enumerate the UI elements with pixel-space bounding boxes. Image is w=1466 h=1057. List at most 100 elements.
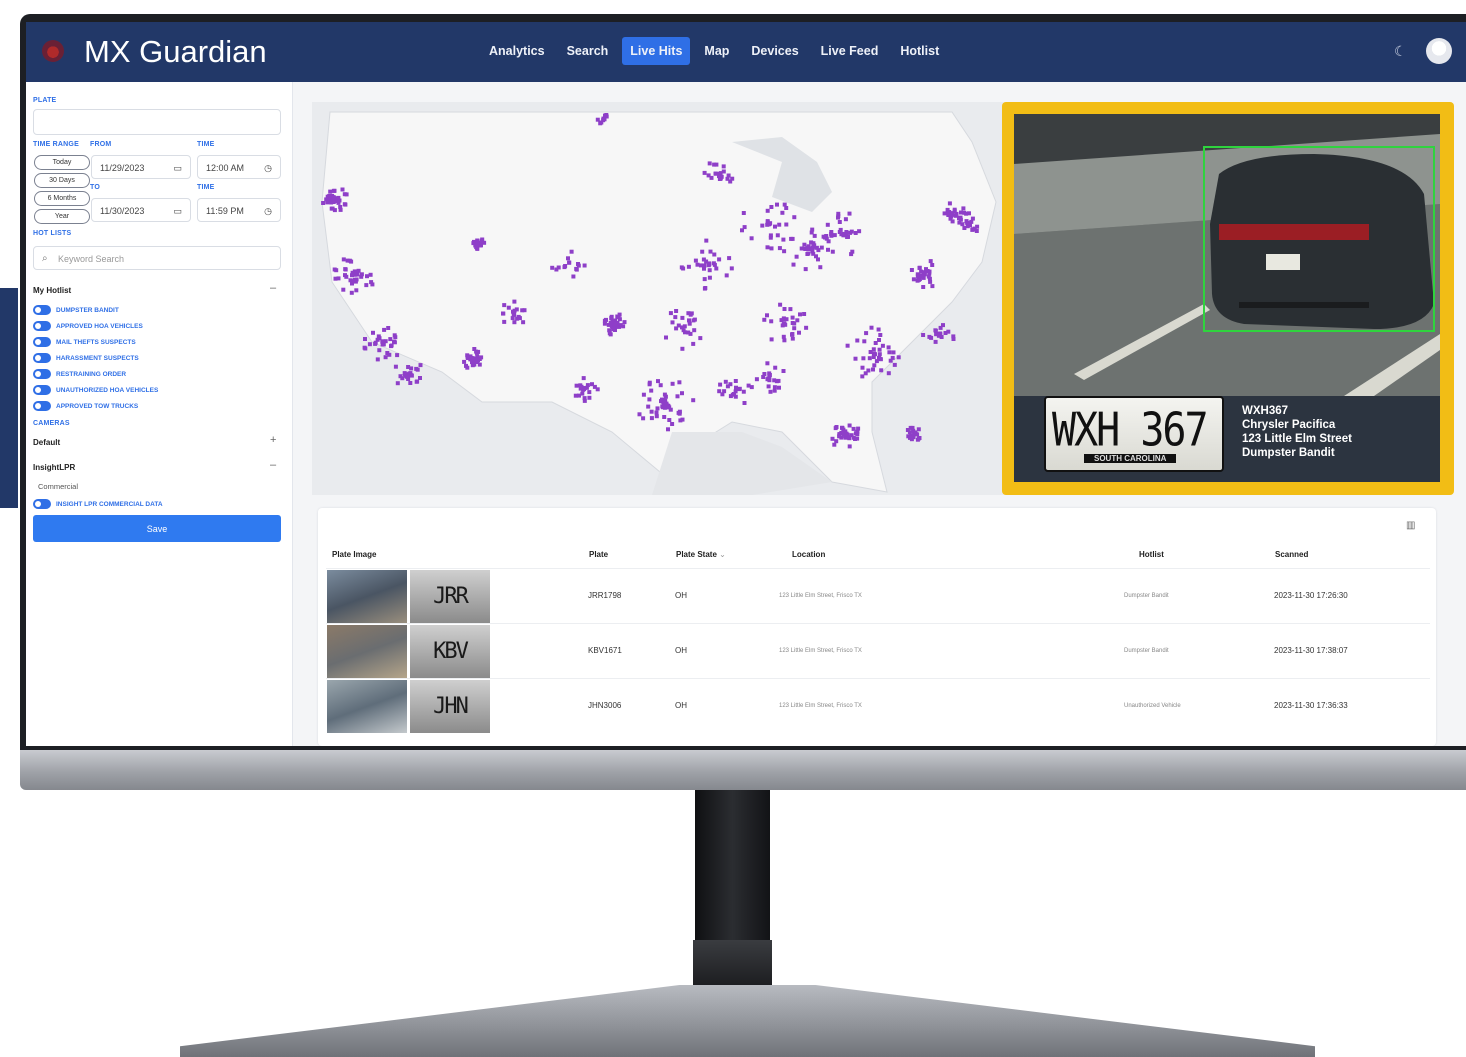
hit-marker (845, 343, 850, 348)
hit-marker (707, 275, 712, 280)
range-30-days-button[interactable]: 30 Days (34, 173, 90, 188)
header-plate-state[interactable]: Plate State ⌄ (676, 550, 726, 559)
to-date-field[interactable]: 11/30/2023 ▭ (91, 198, 191, 222)
hit-marker (328, 189, 333, 194)
hit-marker (930, 263, 935, 267)
calendar-icon: ▭ (173, 206, 182, 216)
hit-info: WXH367 Chrysler Pacifica 123 Little Elm … (1242, 404, 1352, 460)
table-row[interactable]: JRR 1798 JRR1798 OH 123 Little Elm Stree… (326, 568, 1430, 624)
hit-marker (945, 207, 950, 212)
toggle-switch[interactable] (33, 353, 51, 363)
hit-marker (958, 215, 963, 220)
toggle-switch[interactable] (33, 321, 51, 331)
hit-marker (928, 279, 933, 284)
range-today-button[interactable]: Today (34, 155, 90, 170)
plate-input[interactable] (33, 109, 281, 135)
hit-marker (349, 259, 354, 264)
range-6-months-button[interactable]: 6 Months (34, 191, 90, 206)
hit-marker (388, 337, 393, 342)
to-time-field[interactable]: 11:59 PM ◷ (197, 198, 281, 222)
hit-marker (353, 272, 358, 277)
hit-marker (818, 265, 823, 270)
toggle-switch[interactable] (33, 385, 51, 395)
save-button[interactable]: Save (33, 515, 281, 542)
commercial-data-toggle[interactable]: INSIGHT LPR COMMERCIAL DATA (33, 498, 163, 510)
hit-marker (502, 319, 507, 324)
hit-marker (947, 201, 952, 206)
hit-marker (862, 339, 867, 344)
range-year-button[interactable]: Year (34, 209, 90, 224)
hit-marker (686, 311, 691, 316)
table-row[interactable]: KBV 1671 KBV1671 OH 123 Little Elm Stree… (326, 623, 1430, 679)
hit-marker (506, 305, 511, 310)
hit-marker (641, 392, 646, 397)
collapse-icon[interactable]: – (270, 282, 276, 294)
hit-marker (395, 381, 400, 386)
hit-marker (777, 222, 782, 227)
clock-icon: ◷ (264, 163, 272, 173)
header-location[interactable]: Location (792, 550, 825, 559)
hit-marker (721, 164, 726, 169)
user-avatar[interactable] (1426, 38, 1452, 64)
hits-map[interactable] (312, 102, 1004, 495)
nav-hotlist[interactable]: Hotlist (892, 37, 947, 65)
header-plate[interactable]: Plate (589, 550, 608, 559)
nav-live-hits[interactable]: Live Hits (622, 37, 691, 65)
keyword-search-input[interactable]: ⌕ Keyword Search (33, 246, 281, 270)
hit-marker (768, 221, 773, 226)
hit-marker (772, 388, 777, 393)
nav-map[interactable]: Map (696, 37, 737, 65)
nav-live-feed[interactable]: Live Feed (813, 37, 887, 65)
hit-marker (824, 234, 829, 238)
hit-marker (331, 195, 336, 200)
hit-marker (475, 240, 480, 245)
hit-marker (927, 334, 932, 339)
nav-search[interactable]: Search (559, 37, 617, 65)
table-row[interactable]: JHN 3006 JHN3006 OH 123 Little Elm Stree… (326, 678, 1430, 734)
hit-marker (349, 290, 354, 295)
hit-marker (830, 249, 835, 254)
hit-marker (712, 262, 717, 267)
monitor-stand-base (180, 985, 1315, 1057)
hit-marker (418, 376, 422, 380)
hit-marker (834, 439, 839, 444)
default-heading: Default (33, 438, 61, 447)
hit-marker (761, 375, 766, 379)
toggle-switch[interactable] (33, 337, 51, 347)
hotlist-toggle-mail-thefts[interactable]: MAIL THEFTS SUSPECTS (33, 336, 136, 348)
header-hotlist[interactable]: Hotlist (1139, 550, 1164, 559)
hit-marker (972, 227, 977, 232)
toggle-switch[interactable] (33, 369, 51, 379)
hotlist-toggle-unauthorized-hoa[interactable]: UNAUTHORIZED HOA VEHICLES (33, 384, 158, 396)
columns-icon[interactable]: ▥ (1406, 520, 1415, 531)
expand-icon[interactable]: + (270, 434, 276, 446)
hit-marker (878, 357, 883, 362)
hotlist-toggle-restraining-order[interactable]: RESTRAINING ORDER (33, 368, 126, 380)
to-label: TO (90, 184, 100, 191)
hit-marker (857, 229, 862, 234)
moon-icon[interactable]: ☾ (1394, 44, 1408, 58)
toggle-switch[interactable] (33, 401, 51, 411)
hit-detail-card[interactable]: WXH 367 SOUTH CAROLINA WXH367 Chrysler P… (1002, 102, 1454, 495)
hotlist-toggle-approved-hoa[interactable]: APPROVED HOA VEHICLES (33, 320, 143, 332)
toggle-switch[interactable] (33, 305, 51, 315)
from-date-field[interactable]: 11/29/2023 ▭ (91, 155, 191, 179)
from-time-field[interactable]: 12:00 AM ◷ (197, 155, 281, 179)
hotlist-toggle-dumpster-bandit[interactable]: DUMPSTER BANDIT (33, 304, 119, 316)
header-plate-image[interactable]: Plate Image (332, 550, 376, 559)
hit-marker (777, 246, 782, 251)
hit-marker (802, 242, 807, 247)
hit-marker (691, 318, 696, 323)
hit-marker (909, 268, 914, 272)
header-scanned[interactable]: Scanned (1275, 550, 1308, 559)
collapse-icon[interactable]: – (270, 459, 276, 471)
nav-analytics[interactable]: Analytics (481, 37, 553, 65)
hit-marker (649, 416, 654, 421)
toggle-switch[interactable] (33, 499, 51, 509)
hotlist-toggle-harassment[interactable]: HARASSMENT SUSPECTS (33, 352, 139, 364)
hit-marker (393, 364, 398, 369)
hit-marker (866, 368, 871, 373)
nav-devices[interactable]: Devices (743, 37, 806, 65)
hit-marker (712, 162, 717, 167)
hotlist-toggle-approved-tow[interactable]: APPROVED TOW TRUCKS (33, 400, 138, 412)
